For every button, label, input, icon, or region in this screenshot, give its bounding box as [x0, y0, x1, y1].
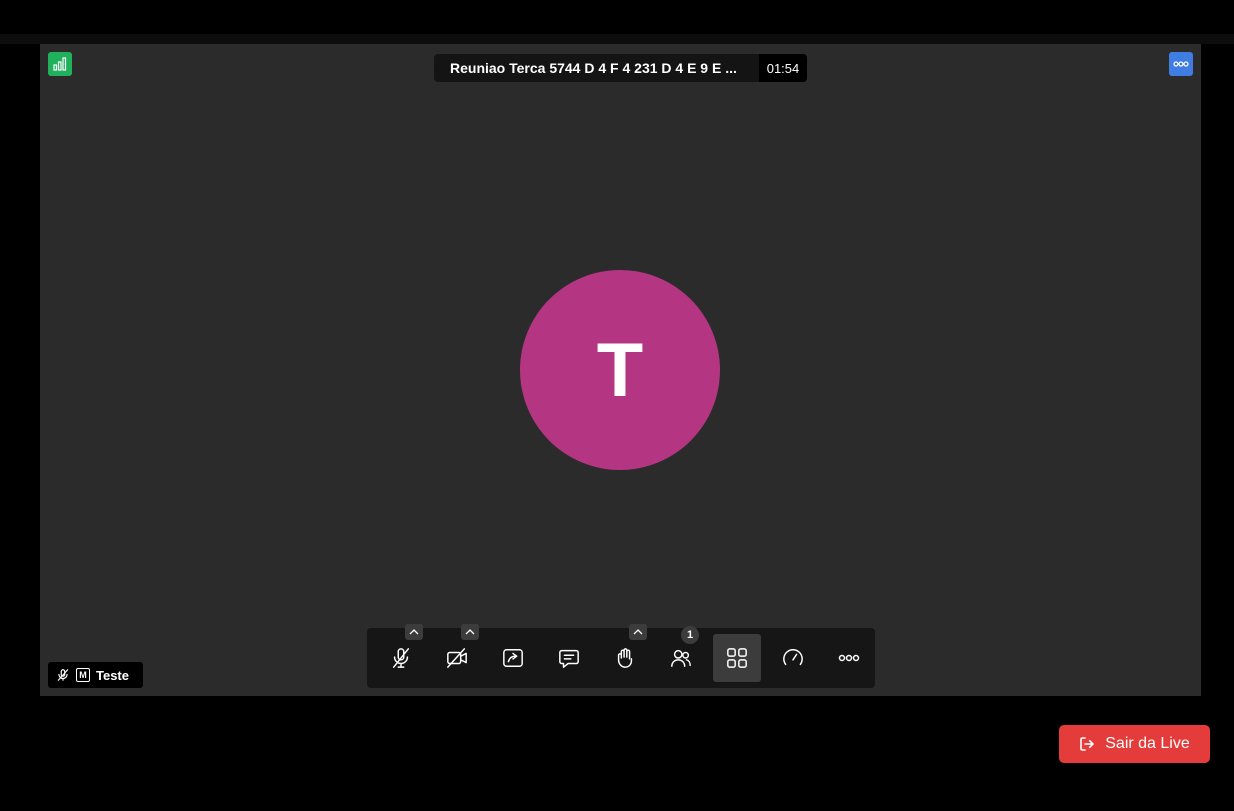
leave-live-button[interactable]: Sair da Live — [1059, 725, 1210, 763]
camera-off-icon — [447, 648, 467, 668]
camera-toggle-button[interactable] — [433, 624, 481, 682]
raise-hand-button[interactable] — [601, 624, 649, 682]
participants-button[interactable]: 1 — [657, 626, 705, 682]
participant-name: Teste — [96, 667, 129, 683]
microphone-toggle-button[interactable] — [377, 624, 425, 682]
more-dots-icon — [1173, 61, 1189, 67]
chevron-up-icon — [633, 629, 643, 635]
meeting-title: Reuniao Terca 5744 D 4 F 4 231 D 4 E 9 E… — [450, 60, 737, 76]
leave-live-label: Sair da Live — [1105, 735, 1190, 752]
participant-name-tag: M Teste — [48, 662, 143, 688]
more-options-icon — [838, 654, 860, 662]
camera-options-caret[interactable] — [461, 624, 479, 640]
reactions-options-caret[interactable] — [629, 624, 647, 640]
participants-count-badge: 1 — [681, 626, 699, 644]
chevron-up-icon — [409, 629, 419, 635]
tile-options-button[interactable] — [1169, 52, 1193, 76]
connection-stats-button[interactable] — [48, 52, 72, 76]
microphone-options-caret[interactable] — [405, 624, 423, 640]
participant-avatar: T — [520, 270, 720, 470]
screen-share-button[interactable] — [489, 634, 537, 682]
video-stage: Reuniao Terca 5744 D 4 F 4 231 D 4 E 9 E… — [40, 44, 1201, 696]
moderator-badge: M — [76, 668, 90, 682]
performance-settings-button[interactable] — [769, 634, 817, 682]
signal-bars-icon — [53, 57, 67, 71]
chat-icon — [559, 649, 579, 668]
raise-hand-icon — [617, 648, 633, 668]
microphone-muted-icon — [57, 669, 69, 681]
top-strip — [0, 34, 1234, 44]
meeting-title-bar: Reuniao Terca 5744 D 4 F 4 231 D 4 E 9 E… — [434, 54, 807, 82]
microphone-muted-icon — [392, 648, 410, 668]
screen-share-icon — [503, 649, 523, 667]
meeting-timer: 01:54 — [759, 54, 807, 82]
meeting-toolbar: 1 — [367, 624, 875, 688]
avatar-initial: T — [596, 327, 644, 413]
chat-button[interactable] — [545, 634, 593, 682]
chevron-up-icon — [465, 629, 475, 635]
more-options-button[interactable] — [825, 634, 873, 682]
tile-view-button[interactable] — [713, 634, 761, 682]
tile-view-icon — [727, 648, 747, 668]
performance-gauge-icon — [783, 649, 803, 666]
exit-icon — [1080, 737, 1095, 751]
participants-icon — [671, 649, 691, 667]
